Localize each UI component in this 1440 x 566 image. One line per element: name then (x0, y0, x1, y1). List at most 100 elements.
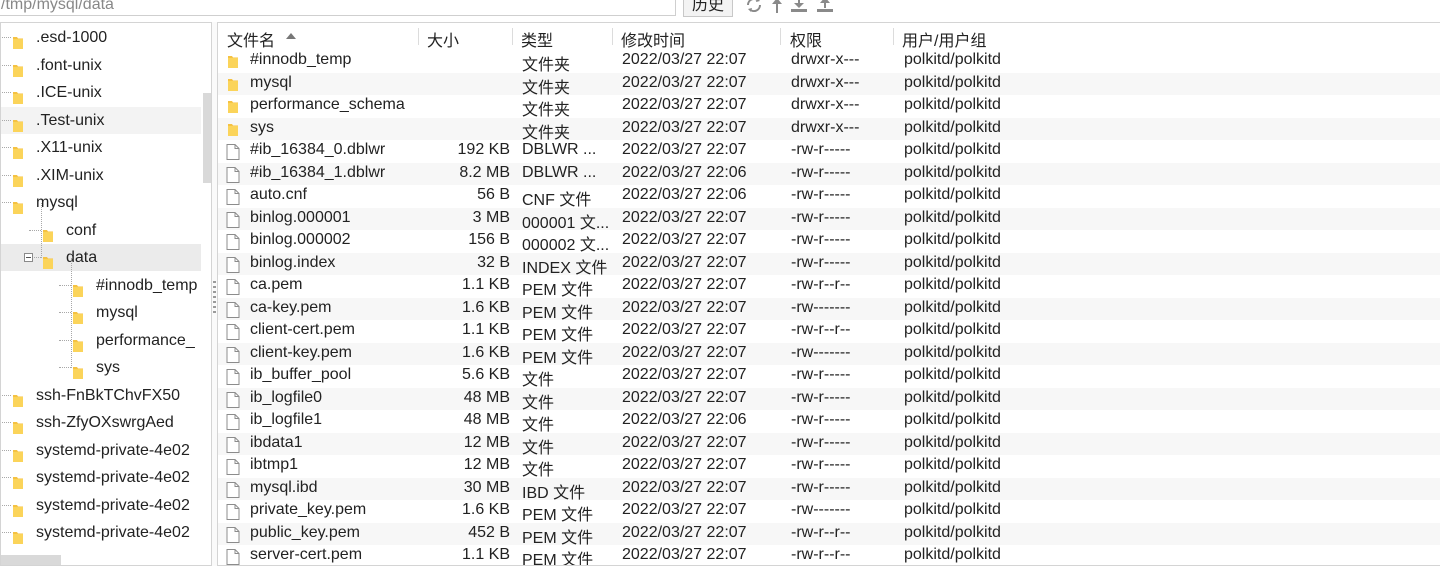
tree-item[interactable]: #innodb_temp (1, 272, 201, 299)
tree-item[interactable]: mysql (1, 299, 201, 326)
column-header-name[interactable]: 文件名 (227, 27, 275, 51)
file-row[interactable]: ca-key.pem 1.6 KB PEM 文件 2022/03/27 22:07 -r… (218, 297, 1440, 322)
file-size: 56 B (477, 186, 510, 203)
file-type: DBLWR ... (522, 141, 597, 158)
tree-item[interactable]: data (1, 244, 201, 271)
file-row[interactable]: private_key.pem 1.6 KB PEM 文件 2022/03/27 22… (218, 500, 1440, 524)
column-header-type[interactable]: 类型 (521, 27, 553, 51)
sort-ascending-icon (286, 33, 296, 39)
tree-item[interactable]: systemd-private-4e02 (1, 464, 201, 491)
file-modified: 2022/03/27 22:07 (622, 73, 747, 91)
refresh-icon[interactable] (744, 0, 764, 14)
folder-icon (13, 59, 23, 77)
file-size: 1.6 KB (461, 501, 510, 518)
tree-item[interactable]: .esd-1000 (1, 24, 201, 51)
tree-item[interactable]: performance_ (1, 327, 201, 354)
file-permissions: -rw-r----- (791, 141, 851, 158)
file-row[interactable]: client-cert.pem 1.1 KB PEM 文件 2022/03/27 22… (218, 320, 1440, 344)
tree-item[interactable]: systemd-private-4e02 (1, 437, 201, 464)
file-row[interactable]: client-key.pem 1.6 KB PEM 文件 2022/03/27 22:… (218, 342, 1440, 367)
tree-item[interactable]: .Test-unix (1, 106, 201, 134)
tree-item[interactable]: mysql (1, 189, 201, 216)
file-modified: 2022/03/27 22:07 (622, 321, 747, 338)
tree-item[interactable]: .XIM-unix (1, 162, 201, 189)
file-icon (226, 391, 240, 408)
up-icon[interactable] (768, 0, 788, 14)
column-header-modified[interactable]: 修改时间 (621, 27, 685, 51)
file-name: ibdata1 (250, 433, 303, 451)
file-name: performance_schema (250, 96, 405, 113)
file-row[interactable]: mysql 文件夹 2022/03/27 22:07 drwxr-x--- polkit… (218, 72, 1440, 97)
file-modified: 2022/03/27 22:07 (622, 433, 747, 451)
tree-horizontal-scrollbar[interactable] (1, 555, 61, 565)
splitter-grip (213, 291, 216, 293)
tree-item[interactable]: ssh-ZfyOXswrgAed (1, 409, 201, 436)
splitter-grip (213, 306, 216, 308)
tree-connector (1, 64, 11, 66)
tree-item-label: ssh-ZfyOXswrgAed (36, 414, 174, 431)
tree-item[interactable]: .ICE-unix (1, 79, 201, 106)
upload-icon[interactable] (815, 0, 835, 14)
tree-item-label: mysql (96, 304, 138, 321)
tree-connector (1, 422, 11, 423)
path-input[interactable] (0, 0, 676, 16)
tree-item[interactable]: sys (1, 354, 201, 381)
splitter-grip (213, 311, 216, 313)
column-header-owner[interactable]: 用户/用户组 (902, 27, 986, 51)
tree-item[interactable]: systemd-private-4e02 (1, 492, 201, 519)
splitter-grip (213, 296, 216, 298)
file-modified: 2022/03/27 22:07 (622, 231, 747, 248)
file-row[interactable]: performance_schema 文件夹 2022/03/27 22:07 drw… (218, 95, 1440, 119)
file-modified: 2022/03/27 22:07 (622, 96, 747, 113)
file-row[interactable]: binlog.000002 156 B 000002 文... 2022/03/27 … (218, 230, 1440, 254)
folder-icon (13, 86, 23, 104)
file-owner: polkitd/polkitd (904, 118, 1001, 136)
column-header-permissions[interactable]: 权限 (790, 27, 822, 51)
file-size: 5.6 KB (461, 366, 510, 383)
file-type: 文件 (522, 417, 555, 434)
file-row[interactable]: #innodb_temp 文件夹 2022/03/27 22:07 drwxr-x--… (218, 50, 1440, 74)
tree-item[interactable]: .X11-unix (1, 134, 201, 161)
file-icon (226, 369, 240, 385)
tree-connector (71, 258, 72, 368)
tree-item-label: .X11-unix (36, 139, 103, 156)
file-type: 文件夹 (522, 79, 571, 97)
tree-connector (1, 37, 11, 38)
file-modified: 2022/03/27 22:07 (622, 343, 747, 361)
download-icon[interactable] (789, 0, 809, 14)
column-separator[interactable] (512, 28, 513, 45)
file-row[interactable]: auto.cnf 56 B CNF 文件 2022/03/27 22:06 -rw-r-… (218, 185, 1440, 209)
file-row[interactable]: ibtmp1 12 MB 文件 2022/03/27 22:07 -rw-r----- p… (218, 455, 1440, 479)
file-row[interactable]: #ib_16384_0.dblwr 192 KB DBLWR ... 2022/03/… (218, 140, 1440, 163)
history-button[interactable]: 历史 (683, 0, 733, 17)
column-separator[interactable] (418, 28, 419, 45)
file-list-header: 文件名 大小 类型 修改时间 权限 用户/用户组 (218, 23, 1440, 50)
file-row[interactable]: server-cert.pem 1.1 KB PEM 文件 2022/03/27 22… (218, 545, 1440, 566)
file-row[interactable]: sys 文件夹 2022/03/27 22:07 drwxr-x--- polkitd/… (218, 117, 1440, 142)
file-row[interactable]: ca.pem 1.1 KB PEM 文件 2022/03/27 22:07 -rw-r-… (218, 275, 1440, 299)
column-header-size[interactable]: 大小 (427, 27, 459, 51)
tree-item[interactable]: conf (1, 217, 201, 244)
tree-item[interactable]: ssh-FnBkTChvFX50 (1, 382, 201, 409)
column-separator[interactable] (612, 28, 613, 45)
folder-icon (228, 123, 238, 136)
file-row[interactable]: binlog.index 32 B INDEX 文件 2022/03/27 22:07… (218, 252, 1440, 277)
column-separator[interactable] (780, 28, 781, 45)
file-row[interactable]: ib_logfile1 48 MB 文件 2022/03/27 22:06 -rw-r-… (218, 410, 1440, 434)
column-separator[interactable] (893, 28, 894, 45)
tree-item[interactable]: .font-unix (1, 52, 201, 79)
file-permissions: -rw-r----- (791, 388, 851, 406)
collapse-toggle[interactable] (24, 253, 33, 262)
file-row[interactable]: public_key.pem 452 B PEM 文件 2022/03/27 22:0… (218, 522, 1440, 547)
file-row[interactable]: mysql.ibd 30 MB IBD 文件 2022/03/27 22:07 -rw-… (218, 477, 1440, 502)
tree-vertical-scrollbar[interactable] (203, 93, 211, 183)
file-row[interactable]: ibdata1 12 MB 文件 2022/03/27 22:07 -rw-r-----… (218, 432, 1440, 457)
tree-connector (59, 339, 71, 341)
file-row[interactable]: ib_buffer_pool 5.6 KB 文件 2022/03/27 22:07 -r… (218, 365, 1440, 389)
file-size: 48 MB (463, 388, 510, 406)
file-row[interactable]: #ib_16384_1.dblwr 8.2 MB DBLWR ... 2022/03/… (218, 162, 1440, 185)
file-row[interactable]: ib_logfile0 48 MB 文件 2022/03/27 22:07 -rw-r-… (218, 387, 1440, 412)
tree-item[interactable]: systemd-private-4e02 (1, 519, 201, 546)
file-type: PEM 文件 (522, 552, 594, 566)
file-row[interactable]: binlog.000001 3 MB 000001 文... 2022/03/27 2… (218, 207, 1440, 232)
